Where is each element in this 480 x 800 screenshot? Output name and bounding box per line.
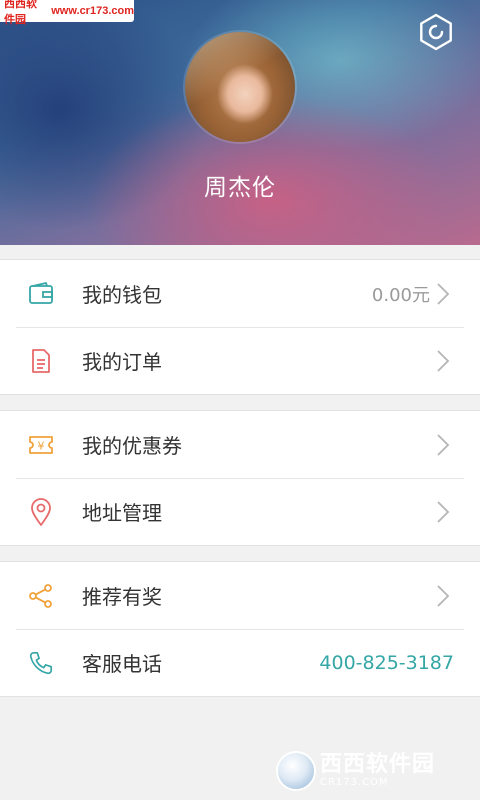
menu-group-account: 我的钱包 0.00元 我的订单	[0, 259, 480, 395]
watermark-brand: 西西软件园	[320, 752, 436, 777]
menu-item-wallet-label: 我的钱包	[82, 283, 162, 307]
settings-button[interactable]	[414, 10, 458, 54]
chevron-right-icon	[437, 584, 450, 607]
share-icon	[28, 583, 54, 609]
gear-icon	[420, 13, 452, 51]
watermark-bottom: 西西软件园 CR173.COM	[276, 748, 462, 794]
location-pin-icon	[28, 497, 54, 526]
profile-header: 西西软件园 www.cr173.com 周杰伦	[0, 0, 480, 245]
menu-item-orders-label: 我的订单	[82, 350, 162, 374]
menu-item-coupons[interactable]: ¥ 我的优惠券	[0, 411, 480, 478]
watermark-logo	[276, 751, 316, 791]
menu-item-address[interactable]: 地址管理	[0, 478, 480, 545]
menu-group-benefits: ¥ 我的优惠券 地址管理	[0, 410, 480, 546]
menu-item-wallet[interactable]: 我的钱包 0.00元	[0, 260, 480, 327]
username: 周杰伦	[204, 175, 276, 201]
ticket-icon: ¥	[28, 432, 54, 458]
watermark-top-name: 西西软件园	[4, 0, 37, 26]
menu-item-orders[interactable]: 我的订单	[0, 327, 480, 394]
menu-item-referral[interactable]: 推荐有奖	[0, 562, 480, 629]
avatar[interactable]	[185, 32, 295, 142]
wallet-icon	[28, 281, 54, 307]
menu-item-address-label: 地址管理	[82, 501, 162, 525]
chevron-right-icon	[437, 349, 450, 372]
phone-icon	[28, 650, 54, 676]
watermark-top-url: www.cr173.com	[51, 5, 134, 17]
document-icon	[28, 348, 54, 374]
watermark-site: CR173.COM	[320, 777, 389, 788]
wallet-balance: 0.00元	[371, 284, 430, 306]
chevron-right-icon	[437, 282, 450, 305]
menu-item-customer-service-label: 客服电话	[82, 652, 162, 676]
chevron-right-icon	[437, 433, 450, 456]
chevron-right-icon	[437, 500, 450, 523]
menu-item-coupons-label: 我的优惠券	[82, 434, 182, 458]
menu-item-referral-label: 推荐有奖	[82, 585, 162, 609]
menu-item-customer-service[interactable]: 客服电话 400-825-3187	[0, 629, 480, 696]
svg-text:¥: ¥	[38, 439, 45, 452]
menu-group-support: 推荐有奖 客服电话 400-825-3187	[0, 561, 480, 697]
watermark-top: 西西软件园 www.cr173.com	[0, 0, 134, 26]
customer-service-phone[interactable]: 400-825-3187	[319, 652, 454, 674]
